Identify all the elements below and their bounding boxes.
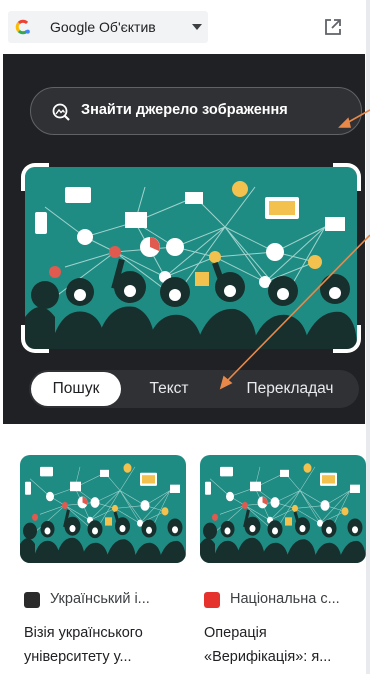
find-image-source-label: Знайти джерело зображення	[81, 102, 288, 118]
tab-translate[interactable]: Перекладач	[225, 370, 355, 408]
result-source-name: Національна с...	[230, 591, 340, 607]
result-title-line: Візія українського	[24, 625, 143, 641]
result-title-line: «Верифікація»: я...	[204, 649, 332, 665]
window-edge	[366, 0, 370, 674]
crop-handle-bottom-left[interactable]	[21, 325, 49, 353]
find-image-source-button[interactable]: Знайти джерело зображення	[30, 87, 362, 135]
tab-search[interactable]: Пошук	[31, 372, 121, 406]
tab-text[interactable]: Текст	[129, 370, 209, 408]
selected-image	[25, 167, 357, 349]
lens-mode-tabs: Пошук Текст Перекладач	[29, 370, 359, 408]
crop-handle-top-left[interactable]	[21, 163, 49, 191]
crop-handle-top-right[interactable]	[333, 163, 361, 191]
image-search-icon	[52, 103, 70, 121]
crop-handle-bottom-right[interactable]	[333, 325, 361, 353]
result-source-name: Український і...	[50, 591, 150, 607]
result-title-line: університету у...	[24, 649, 132, 665]
visual-matches: Український і... Візія українського унів…	[0, 424, 370, 674]
lens-panel: Знайти джерело зображення Пошук Текст Пе…	[3, 54, 365, 424]
result-thumbnail[interactable]	[20, 455, 186, 563]
result-thumbnail[interactable]	[200, 455, 366, 563]
result-title-line: Операція	[204, 625, 267, 641]
google-g-icon	[15, 19, 30, 35]
site-favicon-icon	[204, 592, 220, 608]
result-title[interactable]: Операція «Верифікація»: я...	[204, 621, 364, 669]
app-selector-dropdown[interactable]: Google Об'єктив	[8, 11, 208, 43]
chevron-down-icon	[192, 24, 202, 30]
app-selector-label: Google Об'єктив	[50, 19, 156, 35]
top-bar: Google Об'єктив	[0, 0, 370, 50]
open-in-new-icon[interactable]	[324, 18, 342, 36]
site-favicon-icon	[24, 592, 40, 608]
result-title[interactable]: Візія українського університету у...	[24, 621, 184, 669]
result-source: Національна с...	[204, 590, 368, 610]
result-source: Український і...	[24, 590, 188, 610]
image-crop-frame[interactable]	[21, 163, 361, 353]
